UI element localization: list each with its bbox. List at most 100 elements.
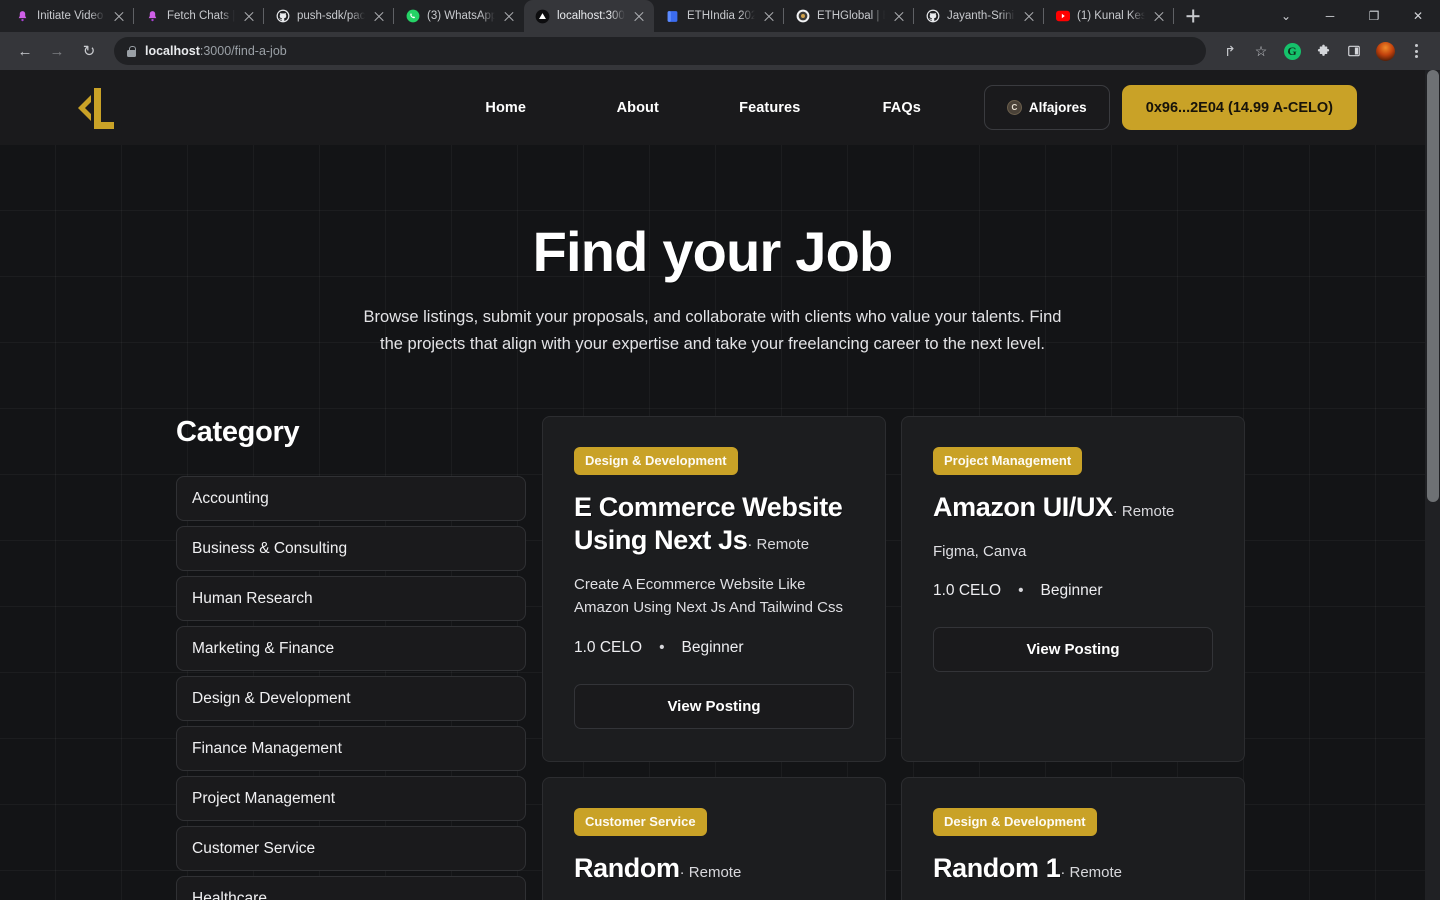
job-card[interactable]: Project Management Amazon UI/UX· Remote … (901, 416, 1245, 762)
close-icon[interactable] (242, 9, 256, 23)
extensions-puzzle-icon[interactable] (1309, 37, 1337, 65)
push-bell-icon (15, 9, 30, 24)
meta-separator: • (659, 638, 665, 656)
job-meta: 1.0 CELO • Beginner (933, 582, 1213, 600)
scrollbar-thumb[interactable] (1427, 70, 1439, 502)
category-item-human-research[interactable]: Human Research (176, 576, 526, 622)
browser-tab[interactable]: push-sdk/pac (264, 0, 394, 32)
grammarly-icon[interactable]: G (1278, 37, 1306, 65)
close-icon[interactable] (762, 9, 776, 23)
browser-tab[interactable]: ETHIndia 202 (654, 0, 784, 32)
browser-tab[interactable]: ETHGlobal | E (784, 0, 914, 32)
job-category-badge: Design & Development (933, 807, 1097, 836)
close-icon[interactable] (1022, 9, 1036, 23)
job-location: · Remote (679, 863, 742, 881)
category-item-accounting[interactable]: Accounting (176, 476, 526, 522)
browser-tab[interactable]: Jayanth-Srini (914, 0, 1044, 32)
new-tab-button[interactable] (1180, 3, 1206, 29)
ethglobal-icon (795, 9, 810, 24)
side-panel-icon[interactable] (1340, 37, 1368, 65)
job-card[interactable]: Design & Development Random 1· Remote (901, 776, 1245, 900)
browser-tab[interactable]: (3) WhatsApp (394, 0, 524, 32)
nav-link-faqs[interactable]: FAQs (836, 100, 968, 116)
browser-tab[interactable]: Fetch Chats | (134, 0, 264, 32)
forward-icon[interactable]: → (42, 36, 72, 66)
close-icon[interactable] (112, 9, 126, 23)
github-icon (275, 9, 290, 24)
job-title: E Commerce Website Using Next Js· Remote (574, 491, 854, 557)
maximize-icon[interactable]: ❐ (1352, 0, 1396, 32)
close-icon[interactable] (502, 9, 516, 23)
close-icon[interactable] (892, 9, 906, 23)
lock-icon (127, 45, 136, 57)
url-path: :3000/find-a-job (199, 44, 287, 58)
close-icon[interactable] (372, 9, 386, 23)
back-icon[interactable]: ← (10, 36, 40, 66)
browser-tab[interactable]: Initiate Video (4, 0, 134, 32)
tab-title: localhost:300 (557, 10, 625, 22)
job-category-badge: Project Management (933, 447, 1083, 476)
url-host: localhost (145, 44, 200, 58)
tab-title: (1) Kunal Kes (1077, 10, 1145, 22)
job-listings-grid: Design & Development E Commerce Website … (542, 416, 1245, 900)
category-item-design-development[interactable]: Design & Development (176, 676, 526, 722)
job-title-text: Random (574, 852, 680, 883)
job-price: 1.0 CELO (933, 582, 1002, 600)
view-posting-button[interactable]: View Posting (574, 683, 854, 729)
job-location: · Remote (1112, 503, 1175, 521)
job-title: Amazon UI/UX· Remote (933, 491, 1213, 524)
browser-tab-active[interactable]: localhost:300 (524, 0, 654, 32)
category-heading: Category (176, 416, 300, 449)
close-icon[interactable] (632, 9, 646, 23)
tab-title: Fetch Chats | (167, 10, 235, 22)
browser-toolbar: ← → ↻ localhost:3000/find-a-job ↱ ☆ G (0, 32, 1440, 70)
category-item-marketing-finance[interactable]: Marketing & Finance (176, 626, 526, 672)
nav-link-home[interactable]: Home (440, 100, 572, 116)
nav-link-features[interactable]: Features (704, 100, 836, 116)
bookmark-star-icon[interactable]: ☆ (1247, 37, 1275, 65)
job-card[interactable]: Design & Development E Commerce Website … (542, 416, 886, 762)
whatsapp-icon (405, 9, 420, 24)
browser-tab[interactable]: (1) Kunal Kes (1044, 0, 1174, 32)
url-text: localhost:3000/find-a-job (145, 44, 287, 58)
site-logo-icon[interactable] (70, 84, 122, 132)
tab-title: Initiate Video (37, 10, 104, 22)
find-a-job-page: Home About Features FAQs C Alfajores 0x9… (0, 70, 1425, 900)
close-window-icon[interactable]: ✕ (1396, 0, 1440, 32)
view-posting-button[interactable]: View Posting (933, 627, 1213, 673)
celo-icon: C (1006, 100, 1022, 115)
minimize-icon[interactable]: ─ (1308, 0, 1352, 32)
job-location: · Remote (747, 536, 810, 554)
job-level: Beginner (1040, 582, 1103, 600)
category-item-business-consulting[interactable]: Business & Consulting (176, 526, 526, 572)
vercel-icon (535, 9, 550, 24)
job-location: · Remote (1060, 863, 1123, 881)
wallet-account-button[interactable]: 0x96...2E04 (14.99 A-CELO) (1121, 85, 1357, 130)
category-item-customer-service[interactable]: Customer Service (176, 826, 526, 872)
tab-search-chevron-icon[interactable]: ⌄ (1264, 0, 1308, 32)
address-bar[interactable]: localhost:3000/find-a-job (114, 37, 1206, 65)
tab-title: Jayanth-Srini (947, 10, 1015, 22)
page-scrollbar[interactable] (1425, 70, 1440, 900)
network-selector-button[interactable]: C Alfajores (983, 85, 1110, 130)
tab-strip: Initiate Video Fetch Chats | push-sdk/pa… (0, 0, 1440, 32)
category-item-healthcare[interactable]: Healthcare (176, 876, 526, 900)
job-meta: 1.0 CELO • Beginner (574, 639, 854, 657)
ethindia-icon (665, 9, 680, 24)
reload-icon[interactable]: ↻ (74, 36, 104, 66)
nav-link-about[interactable]: About (572, 100, 704, 116)
job-card[interactable]: Customer Service Random· Remote (542, 776, 886, 900)
category-item-finance-management[interactable]: Finance Management (176, 726, 526, 772)
tab-title: ETHIndia 202 (687, 10, 755, 22)
window-controls: ⌄ ─ ❐ ✕ (1264, 0, 1440, 32)
chrome-menu-icon[interactable] (1402, 37, 1430, 65)
close-icon[interactable] (1152, 9, 1166, 23)
content-area: Category Accounting Business & Consultin… (0, 358, 1425, 900)
share-icon[interactable]: ↱ (1216, 37, 1244, 65)
toolbar-icons: ↱ ☆ G (1216, 37, 1430, 65)
job-title: Random· Remote (574, 852, 854, 885)
category-item-project-management[interactable]: Project Management (176, 776, 526, 822)
profile-avatar-icon[interactable] (1371, 37, 1399, 65)
job-description: Create A Ecommerce Website Like Amazon U… (574, 576, 844, 617)
site-header: Home About Features FAQs C Alfajores 0x9… (0, 70, 1425, 145)
